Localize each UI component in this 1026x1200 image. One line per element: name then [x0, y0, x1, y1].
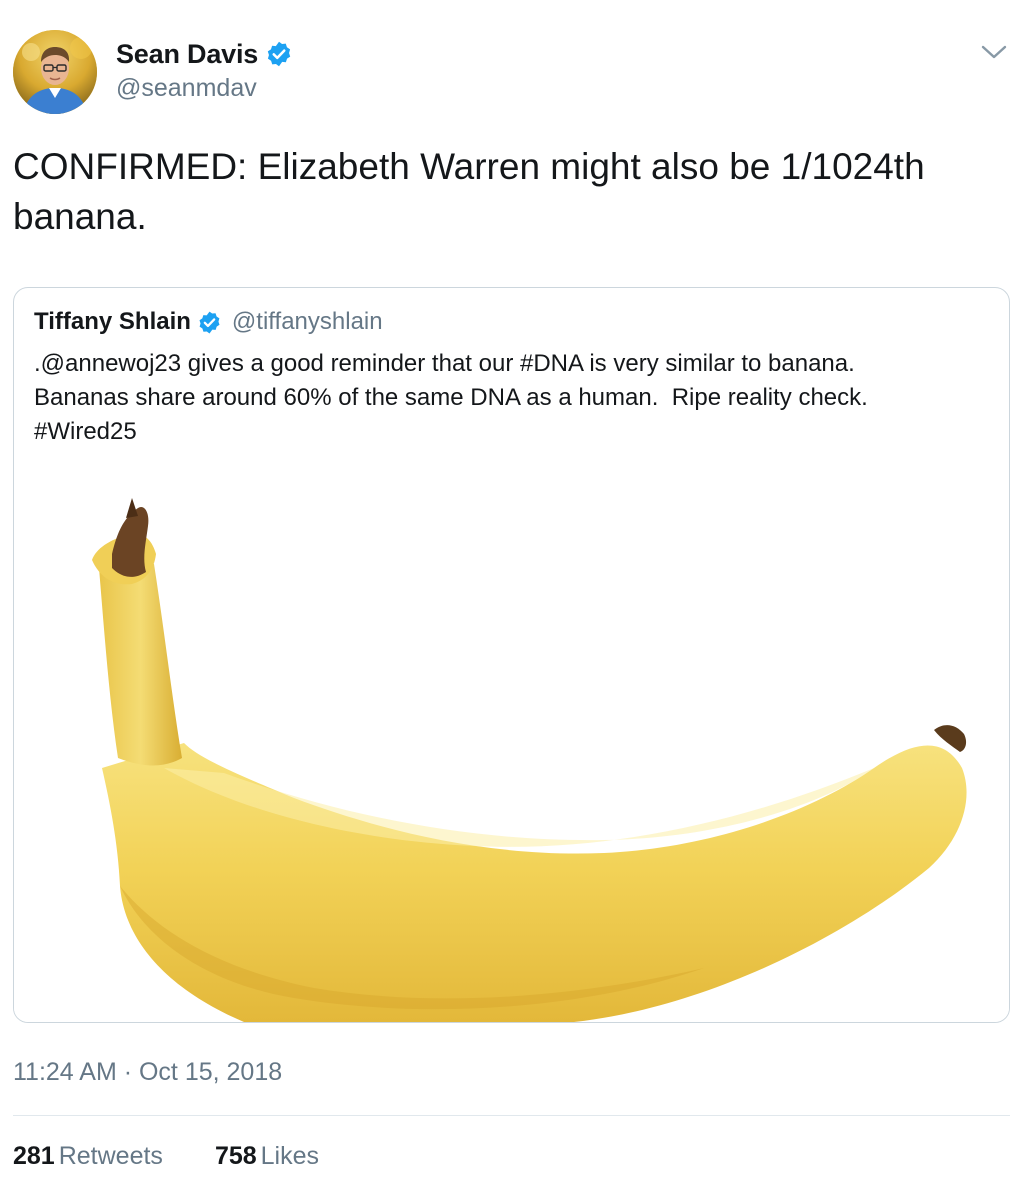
- tweet-card: Sean Davis @seanmdav CONFIRMED: Elizabet…: [0, 0, 1026, 1200]
- likes-label: Likes: [260, 1142, 320, 1170]
- banana-image[interactable]: [14, 468, 1009, 1022]
- author-handle[interactable]: @seanmdav: [116, 74, 293, 103]
- tweet-text: CONFIRMED: Elizabeth Warren might also b…: [13, 142, 1003, 242]
- likes-count: 758: [214, 1142, 257, 1170]
- quoted-tweet-text: .@annewoj23 gives a good reminder that o…: [34, 347, 989, 449]
- author-name[interactable]: Sean Davis: [116, 39, 258, 70]
- chevron-down-icon[interactable]: [980, 42, 1008, 62]
- avatar[interactable]: [13, 30, 97, 114]
- author-block: Sean Davis @seanmdav: [116, 38, 293, 103]
- tweet-timestamp[interactable]: 11:24 AM · Oct 15, 2018: [13, 1058, 282, 1087]
- divider: [13, 1115, 1010, 1116]
- verified-badge-icon: [197, 310, 222, 335]
- tweet-stats: 281 Retweets 758 Likes: [13, 1142, 371, 1171]
- quoted-text-line: #Wired25: [34, 418, 137, 445]
- retweets-stat[interactable]: 281 Retweets: [13, 1142, 163, 1171]
- retweets-label: Retweets: [58, 1142, 163, 1170]
- tweet-text-line: CONFIRMED: Elizabeth Warren might also b…: [13, 146, 925, 187]
- retweets-count: 281: [13, 1142, 55, 1170]
- likes-stat[interactable]: 758 Likes: [215, 1142, 319, 1171]
- quoted-author-handle: @tiffanyshlain: [231, 308, 383, 335]
- quoted-tweet-header: Tiffany Shlain @tiffanyshlain: [34, 306, 383, 338]
- quoted-text-line: Bananas share around 60% of the same DNA…: [34, 384, 868, 411]
- verified-badge-icon: [265, 40, 293, 68]
- quoted-author-name: Tiffany Shlain: [34, 308, 191, 335]
- quoted-text-line: .@annewoj23 gives a good reminder that o…: [34, 350, 855, 377]
- quoted-tweet[interactable]: Tiffany Shlain @tiffanyshlain .@annewoj2…: [13, 287, 1010, 1023]
- tweet-text-line: banana.: [13, 196, 147, 237]
